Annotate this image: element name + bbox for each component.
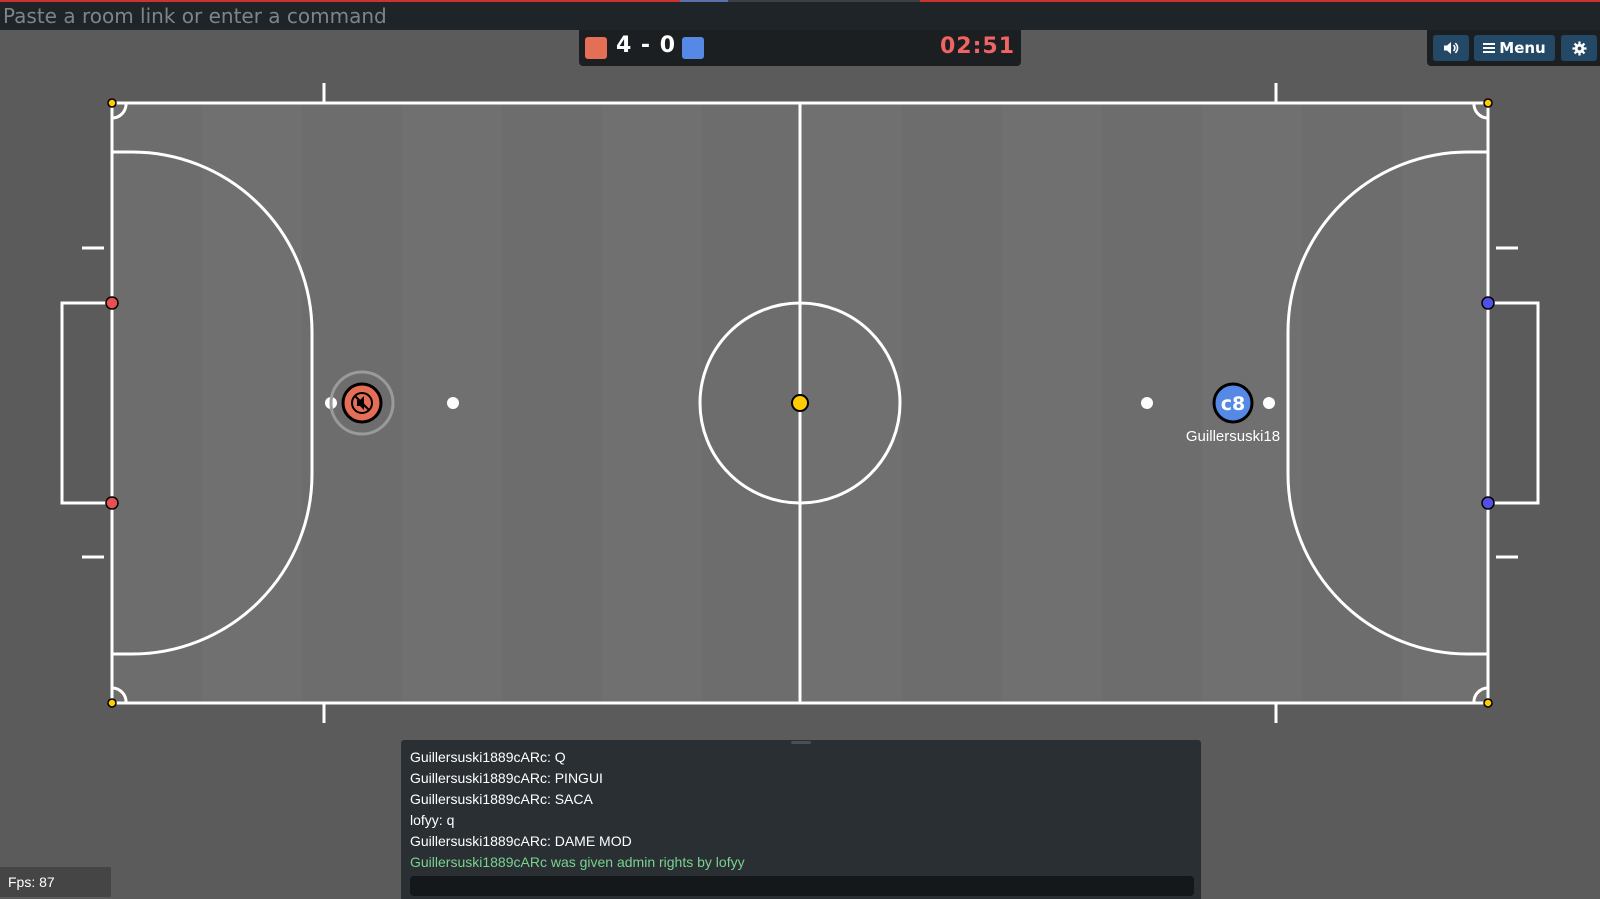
red-team-indicator: [585, 37, 607, 59]
chat-panel: Guillersuski1889cARc: Q Guillersuski1889…: [401, 740, 1201, 899]
top-right-toolbar: Menu: [1427, 30, 1600, 66]
chat-message: lofyy: q: [410, 812, 455, 828]
ball: [791, 394, 809, 412]
chat-message: Guillersuski1889cARc: DAME MOD: [410, 833, 632, 849]
right-goal: [1488, 301, 1540, 505]
penalty-spot: [1263, 397, 1275, 409]
chat-message: Guillersuski1889cARc: PINGUI: [410, 770, 603, 786]
menu-button[interactable]: Menu: [1474, 35, 1555, 61]
red-goal-post: [105, 496, 119, 510]
red-goal-post: [105, 296, 119, 310]
fps-counter: Fps: 87: [0, 867, 111, 897]
menu-label: Menu: [1499, 39, 1546, 57]
gear-icon: [1571, 40, 1587, 56]
match-timer: 02:51: [939, 34, 1015, 59]
score-text: 4 - 0: [615, 33, 677, 58]
sound-button[interactable]: [1433, 35, 1469, 61]
blue-goal-post: [1481, 496, 1495, 510]
futsal-field: c8 Guillersuski18: [60, 83, 1540, 723]
chat-input[interactable]: [410, 876, 1194, 896]
corner-post: [107, 698, 117, 708]
second-penalty-spot: [447, 397, 459, 409]
player-avatar-text: c8: [1221, 393, 1245, 415]
chat-message: Guillersuski1889cARc: Q: [410, 749, 566, 765]
second-penalty-spot: [1141, 397, 1153, 409]
chat-message: Guillersuski1889cARc: SACA: [410, 791, 593, 807]
settings-button[interactable]: [1561, 35, 1597, 61]
blue-team-indicator: [682, 37, 704, 59]
corner-post: [1483, 698, 1493, 708]
system-message: Guillersuski1889cARc was given admin rig…: [410, 854, 745, 870]
blue-goal-post: [1481, 296, 1495, 310]
chat-resize-handle[interactable]: [791, 741, 811, 744]
scoreboard: 4 - 0 02:51: [579, 30, 1021, 66]
command-bar: [0, 0, 1600, 30]
chat-log: Guillersuski1889cARc: Q Guillersuski1889…: [401, 740, 1201, 873]
left-goal: [60, 301, 112, 505]
hamburger-icon: [1483, 41, 1496, 55]
command-input[interactable]: [0, 2, 936, 30]
player-name-label: Guillersuski18: [1186, 428, 1280, 445]
corner-post: [1483, 98, 1493, 108]
corner-post: [107, 98, 117, 108]
speaker-icon: [1444, 42, 1459, 54]
